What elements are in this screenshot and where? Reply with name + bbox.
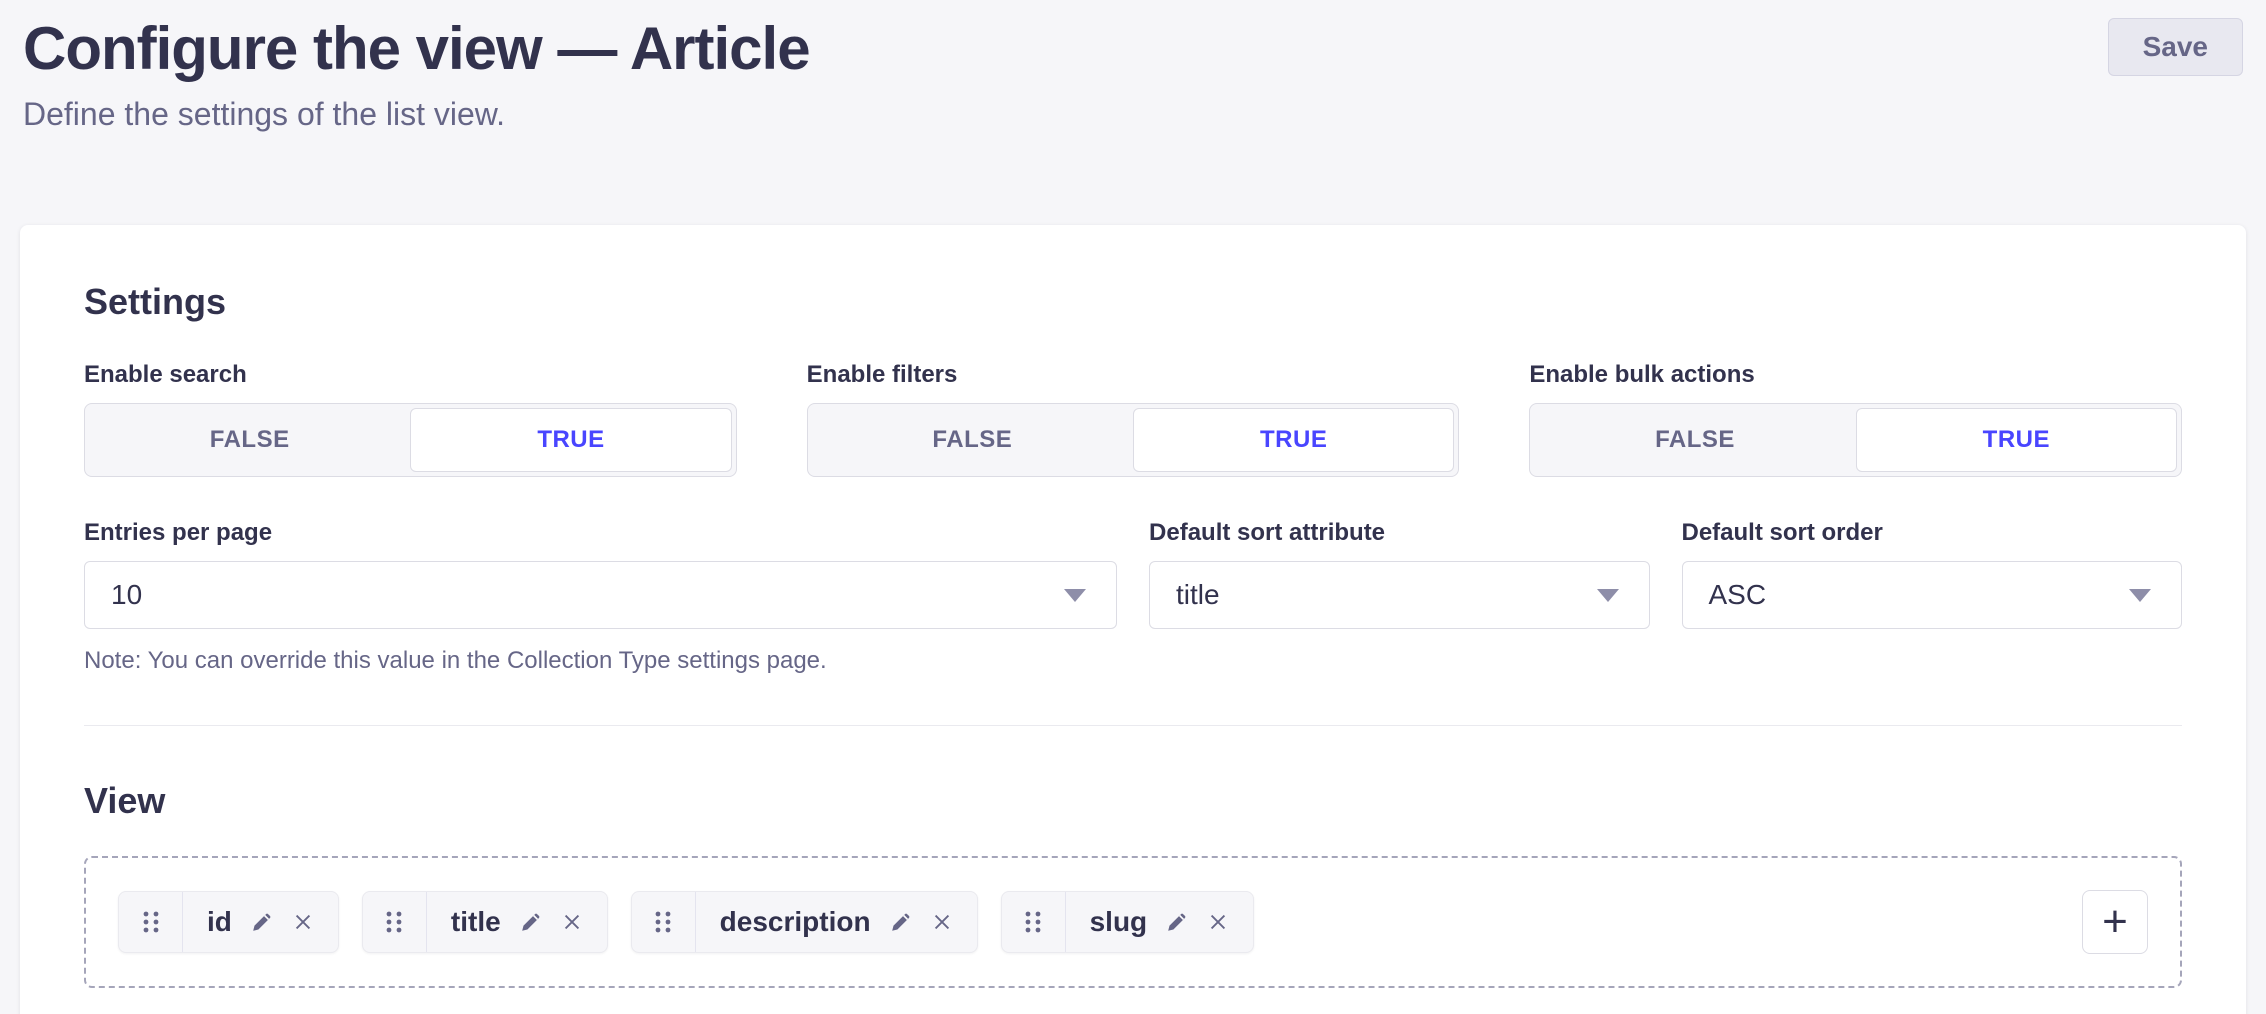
enable-filters-toggle: FALSE TRUE — [807, 403, 1460, 477]
enable-bulk-actions-field: Enable bulk actions FALSE TRUE — [1529, 361, 2182, 477]
page-header: Configure the view — Article Define the … — [0, 0, 2266, 133]
pencil-icon — [519, 910, 543, 934]
field-pill-label: description — [720, 906, 871, 938]
enable-filters-false-option[interactable]: FALSE — [812, 408, 1133, 472]
field-pill-id: id — [118, 891, 339, 953]
pencil-icon — [889, 910, 913, 934]
default-sort-attribute-field: Default sort attribute title — [1149, 519, 1649, 675]
plus-icon: + — [2102, 900, 2128, 944]
pill-body: slug — [1066, 892, 1254, 952]
view-fields-dropzone: id title — [84, 856, 2182, 988]
drag-handle[interactable] — [363, 892, 427, 952]
entries-per-page-value: 10 — [111, 579, 142, 611]
enable-filters-field: Enable filters FALSE TRUE — [807, 361, 1460, 477]
enable-bulk-actions-false-option[interactable]: FALSE — [1534, 408, 1855, 472]
drag-handle[interactable] — [1002, 892, 1066, 952]
entries-per-page-label: Entries per page — [84, 519, 1117, 547]
view-section-heading: View — [84, 780, 2182, 822]
edit-field-button[interactable] — [1165, 910, 1189, 934]
enable-filters-true-option[interactable]: TRUE — [1133, 408, 1454, 472]
close-icon — [1207, 911, 1229, 933]
drag-dots-icon — [140, 909, 162, 935]
default-sort-order-field: Default sort order ASC — [1682, 519, 2183, 675]
field-pill-label: id — [207, 906, 232, 938]
entries-per-page-note: Note: You can override this value in the… — [84, 647, 1117, 675]
section-divider — [84, 725, 2182, 726]
entries-per-page-select[interactable]: 10 — [84, 561, 1117, 629]
remove-field-button[interactable] — [561, 911, 583, 933]
drag-handle[interactable] — [119, 892, 183, 952]
remove-field-button[interactable] — [292, 911, 314, 933]
enable-bulk-actions-true-option[interactable]: TRUE — [1856, 408, 2177, 472]
settings-card: Settings Enable search FALSE TRUE Enable… — [20, 225, 2246, 1014]
page-header-text: Configure the view — Article Define the … — [23, 16, 810, 133]
enable-bulk-actions-toggle: FALSE TRUE — [1529, 403, 2182, 477]
remove-field-button[interactable] — [931, 911, 953, 933]
pill-body: title — [427, 892, 607, 952]
close-icon — [561, 911, 583, 933]
page-subtitle: Define the settings of the list view. — [23, 96, 810, 133]
close-icon — [931, 911, 953, 933]
remove-field-button[interactable] — [1207, 911, 1229, 933]
default-sort-attribute-select[interactable]: title — [1149, 561, 1649, 629]
edit-field-button[interactable] — [889, 910, 913, 934]
default-sort-order-select[interactable]: ASC — [1682, 561, 2183, 629]
drag-dots-icon — [1022, 909, 1044, 935]
add-field-button[interactable]: + — [2082, 890, 2148, 954]
page-title: Configure the view — Article — [23, 16, 810, 82]
pill-body: id — [183, 892, 338, 952]
edit-field-button[interactable] — [250, 910, 274, 934]
save-button[interactable]: Save — [2108, 18, 2243, 76]
toggles-row: Enable search FALSE TRUE Enable filters … — [84, 361, 2182, 477]
pencil-icon — [250, 910, 274, 934]
enable-search-toggle: FALSE TRUE — [84, 403, 737, 477]
drag-handle[interactable] — [632, 892, 696, 952]
field-pill-slug: slug — [1001, 891, 1255, 953]
field-pill-label: slug — [1090, 906, 1148, 938]
dropdown-caret-icon — [2129, 589, 2151, 602]
enable-filters-label: Enable filters — [807, 361, 1460, 389]
enable-search-true-option[interactable]: TRUE — [410, 408, 731, 472]
enable-bulk-actions-label: Enable bulk actions — [1529, 361, 2182, 389]
pencil-icon — [1165, 910, 1189, 934]
enable-search-false-option[interactable]: FALSE — [89, 408, 410, 472]
default-sort-order-label: Default sort order — [1682, 519, 2183, 547]
edit-field-button[interactable] — [519, 910, 543, 934]
settings-section-heading: Settings — [84, 281, 2182, 323]
field-pill-label: title — [451, 906, 501, 938]
pill-body: description — [696, 892, 977, 952]
dropdown-caret-icon — [1064, 589, 1086, 602]
default-sort-order-value: ASC — [1709, 579, 1767, 611]
field-pill-title: title — [362, 891, 608, 953]
default-sort-attribute-value: title — [1176, 579, 1220, 611]
default-sort-attribute-label: Default sort attribute — [1149, 519, 1649, 547]
enable-search-field: Enable search FALSE TRUE — [84, 361, 737, 477]
entries-per-page-field: Entries per page 10 Note: You can overri… — [84, 519, 1117, 675]
enable-search-label: Enable search — [84, 361, 737, 389]
selects-row: Entries per page 10 Note: You can overri… — [84, 519, 2182, 675]
close-icon — [292, 911, 314, 933]
drag-dots-icon — [383, 909, 405, 935]
dropdown-caret-icon — [1597, 589, 1619, 602]
drag-dots-icon — [652, 909, 674, 935]
field-pill-description: description — [631, 891, 978, 953]
